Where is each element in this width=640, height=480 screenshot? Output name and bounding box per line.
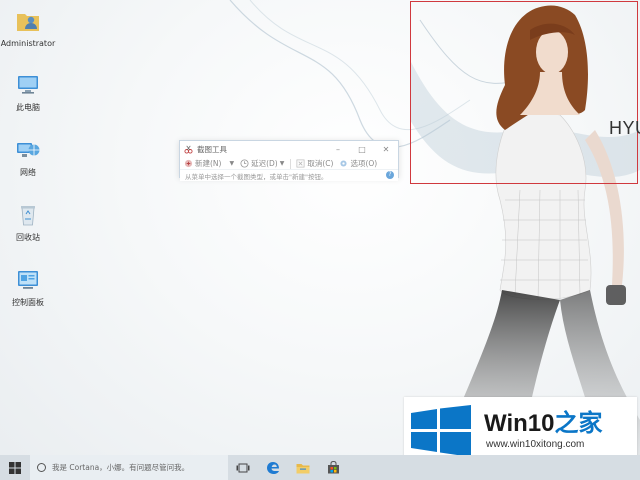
new-snip-button[interactable]: 新建(N) <box>184 158 221 169</box>
windows-start-icon <box>9 461 21 474</box>
maximize-button[interactable]: □ <box>350 141 374 157</box>
gear-icon <box>340 160 348 167</box>
status-text: 从菜单中选择一个截图类型，或单击"新建"按钮。 <box>185 172 328 181</box>
recycle-bin-icon <box>21 206 35 226</box>
store-icon <box>327 461 339 474</box>
desktop-icon-recycle-bin[interactable]: 回收站 <box>0 202 56 243</box>
minimize-button[interactable]: – <box>326 141 350 157</box>
wallpaper-brand-text: HYU <box>609 118 640 138</box>
new-snip-label: 新建(N) <box>195 159 222 168</box>
delay-label: 延迟(D) <box>251 159 278 168</box>
watermark-title-accent: 之家 <box>554 410 603 437</box>
snip-selection-rectangle[interactable] <box>410 1 638 184</box>
scissors-icon <box>184 145 193 154</box>
cancel-button[interactable]: 取消(C) <box>296 158 333 169</box>
chevron-down-icon: ▼ <box>229 160 235 167</box>
help-icon[interactable]: ? <box>386 171 394 179</box>
delay-button[interactable]: 延迟(D) ▼ <box>240 158 284 169</box>
store-button[interactable] <box>318 455 348 480</box>
desktop-icon-label: Administrator <box>0 39 56 48</box>
desktop-icon-label: 此电脑 <box>16 103 40 112</box>
cancel-label: 取消(C) <box>307 159 334 168</box>
options-label: 选项(O) <box>350 159 378 168</box>
windows-logo-icon <box>411 405 471 457</box>
task-view-button[interactable] <box>228 455 258 480</box>
control-panel-icon <box>18 271 38 289</box>
snipping-tool-window[interactable]: 截图工具 – □ ✕ 新建(N) ▼ 延迟(D) ▼ 取消(C) 选项(O) 从… <box>179 140 399 181</box>
new-snip-icon <box>184 159 193 168</box>
cancel-icon <box>296 159 305 168</box>
close-button[interactable]: ✕ <box>374 141 398 157</box>
cortana-search-box[interactable]: 我是 Cortana，小娜。有问题尽管问我。 <box>30 455 228 480</box>
computer-icon <box>18 76 38 94</box>
watermark-title-main: Win10 <box>484 410 555 437</box>
desktop-icon-control-panel[interactable]: 控制面板 <box>0 267 56 308</box>
desktop-icon-label: 回收站 <box>16 233 40 242</box>
toolbar-separator <box>290 158 292 169</box>
window-title: 截图工具 <box>197 144 227 154</box>
site-watermark: Win10之家 www.win10xitong.com <box>404 397 637 461</box>
start-button[interactable] <box>0 455 30 480</box>
options-button[interactable]: 选项(O) <box>339 158 377 169</box>
desktop-icon-label: 网络 <box>20 168 36 177</box>
file-explorer-button[interactable] <box>288 455 318 480</box>
task-view-icon <box>236 463 250 472</box>
chevron-down-icon: ▼ <box>279 160 285 167</box>
clock-icon <box>240 159 249 168</box>
status-bar: 从菜单中选择一个截图类型，或单击"新建"按钮。 <box>180 169 398 181</box>
watermark-url: www.win10xitong.com <box>486 439 585 450</box>
desktop-icon-this-pc[interactable]: 此电脑 <box>0 72 56 113</box>
user-folder-icon <box>17 14 39 31</box>
watermark-title: Win10之家 <box>484 403 602 438</box>
desktop-icon-label: 控制面板 <box>12 298 44 307</box>
desktop-icon-network[interactable]: 网络 <box>0 137 56 178</box>
edge-icon <box>267 461 279 474</box>
network-icon <box>17 143 40 157</box>
window-titlebar[interactable]: 截图工具 – □ ✕ <box>180 141 398 157</box>
cortana-placeholder: 我是 Cortana，小娜。有问题尽管问我。 <box>52 463 190 472</box>
file-explorer-icon <box>296 463 310 473</box>
edge-button[interactable] <box>258 455 288 480</box>
taskbar: 我是 Cortana，小娜。有问题尽管问我。 <box>0 455 640 480</box>
new-snip-dropdown[interactable]: ▼ <box>227 160 234 167</box>
desktop-icon-administrator[interactable]: Administrator <box>0 8 56 49</box>
cortana-icon <box>37 463 46 472</box>
